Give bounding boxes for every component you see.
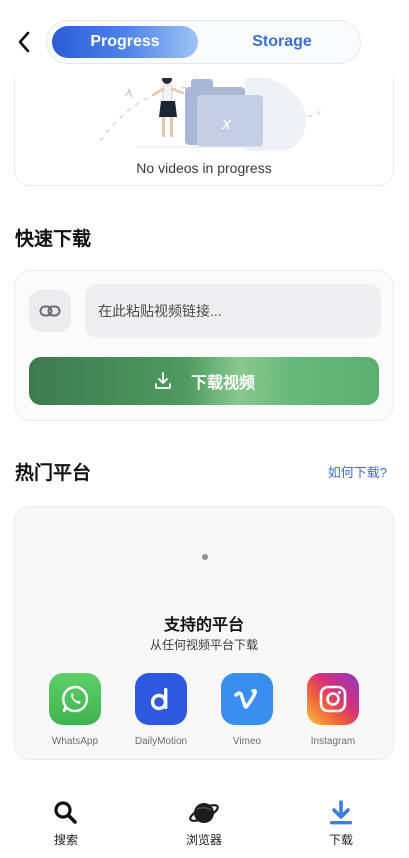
download-icon bbox=[153, 371, 173, 391]
empty-state-text: No videos in progress bbox=[136, 160, 272, 176]
quick-download-card: 下载视频 bbox=[14, 270, 394, 421]
platform-whatsapp[interactable]: WhatsApp bbox=[35, 673, 115, 747]
nav-browser[interactable]: 浏览器 bbox=[164, 796, 244, 848]
link-icon bbox=[39, 305, 61, 317]
platform-label: DailyMotion bbox=[134, 736, 188, 747]
platform-label: Vimeo bbox=[232, 736, 262, 747]
nav-search[interactable]: 搜索 bbox=[26, 796, 106, 848]
tab-storage[interactable]: Storage bbox=[207, 26, 357, 58]
download-video-label: 下载视频 bbox=[190, 375, 255, 392]
nav-search-label: 搜索 bbox=[53, 833, 78, 847]
video-url-input[interactable] bbox=[85, 284, 381, 338]
tab-progress[interactable]: Progress bbox=[52, 26, 198, 58]
chevron-left-icon bbox=[18, 31, 30, 53]
vimeo-icon bbox=[221, 673, 273, 725]
supported-platforms-subtitle: 从任何视频平台下载 bbox=[149, 638, 258, 652]
segmented-control: Progress Storage bbox=[46, 20, 361, 64]
download-video-button[interactable]: 下载视频 bbox=[29, 357, 379, 405]
paste-link-button[interactable] bbox=[29, 290, 71, 332]
empty-folder-illustration: x bbox=[99, 71, 321, 151]
top-bar: Progress Storage bbox=[0, 0, 409, 78]
platform-dailymotion[interactable]: DailyMotion bbox=[121, 673, 201, 747]
svg-text:x: x bbox=[221, 114, 232, 133]
back-button[interactable] bbox=[8, 24, 40, 60]
platforms-card: 支持的平台 从任何视频平台下载 WhatsApp DailyMotion Vim… bbox=[14, 506, 394, 760]
instagram-icon bbox=[307, 673, 359, 725]
platform-label: Instagram bbox=[310, 736, 356, 747]
whatsapp-icon bbox=[49, 673, 101, 725]
loading-dot bbox=[202, 554, 208, 560]
download-icon bbox=[330, 800, 352, 825]
nav-downloads[interactable]: 下载 bbox=[301, 796, 381, 848]
supported-platforms-title: 支持的平台 bbox=[163, 617, 244, 634]
planet-icon bbox=[189, 803, 219, 823]
popular-platforms-heading: 热门平台 bbox=[15, 463, 92, 484]
quick-download-heading: 快速下载 bbox=[15, 229, 92, 250]
nav-downloads-label: 下载 bbox=[328, 833, 353, 847]
platform-label: WhatsApp bbox=[51, 736, 99, 747]
nav-browser-label: 浏览器 bbox=[185, 833, 222, 847]
dailymotion-icon bbox=[135, 673, 187, 725]
platform-instagram[interactable]: Instagram bbox=[293, 673, 373, 747]
platform-vimeo[interactable]: Vimeo bbox=[207, 673, 287, 747]
search-icon bbox=[54, 801, 77, 824]
how-to-download-link[interactable]: 如何下载? bbox=[328, 462, 387, 481]
bottom-nav: 搜索 浏览器 下载 bbox=[0, 786, 409, 858]
